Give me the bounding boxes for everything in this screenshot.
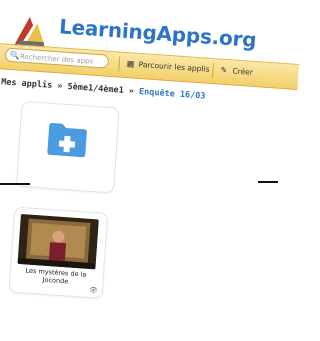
app-title[interactable]: Les mystères de la Joconde xyxy=(14,266,97,288)
app-card[interactable]: Les mystères de la Joconde 👁 xyxy=(8,206,109,299)
screenshot-scene: LearningApps.org 🔍 Rechercher des apps ▦… xyxy=(0,0,300,309)
page-break-line-left xyxy=(0,183,30,185)
search-icon: 🔍 xyxy=(9,50,21,61)
pencil-icon: ✎ xyxy=(220,65,228,76)
toolbar-divider xyxy=(118,56,121,72)
breadcrumb-root[interactable]: Mes applis xyxy=(1,77,53,91)
browse-apps-button[interactable]: ▦ Parcourir les applis xyxy=(126,58,210,76)
breadcrumb-level[interactable]: 5ème1/4ème1 xyxy=(67,82,124,96)
page-break-line-right xyxy=(258,181,278,183)
breadcrumb-separator: » xyxy=(56,81,63,92)
eye-icon[interactable]: 👁 xyxy=(89,286,98,295)
create-app-button[interactable]: ✎ Créer xyxy=(220,65,253,79)
search-input[interactable]: 🔍 Rechercher des apps xyxy=(4,47,110,69)
create-app-label: Créer xyxy=(232,66,254,77)
video-frame-image xyxy=(17,214,99,270)
breadcrumb-current[interactable]: Enquête 16/03 xyxy=(139,87,206,102)
learningapps-page: LearningApps.org 🔍 Rechercher des apps ▦… xyxy=(0,0,303,341)
new-folder-card[interactable] xyxy=(15,100,120,194)
folder-plus-icon xyxy=(47,122,87,158)
breadcrumb-separator: » xyxy=(128,86,135,97)
grid-icon: ▦ xyxy=(126,59,135,69)
browse-apps-label: Parcourir les applis xyxy=(138,59,210,74)
search-placeholder: Rechercher des apps xyxy=(19,52,94,66)
toolbar-divider xyxy=(211,63,214,79)
site-logo-text[interactable]: LearningApps.org xyxy=(58,14,257,52)
app-thumbnail xyxy=(17,214,99,270)
